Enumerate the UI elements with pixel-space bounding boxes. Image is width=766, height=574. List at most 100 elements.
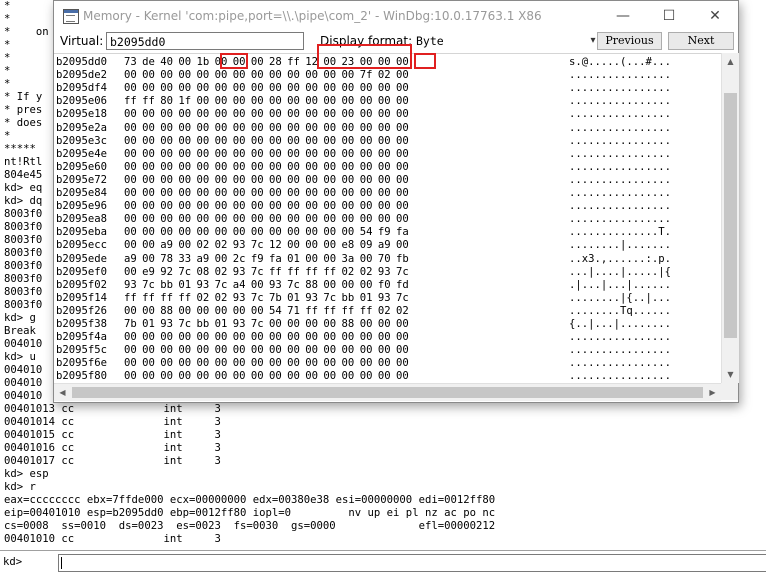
vertical-scrollbar[interactable]: ▲ ▼ bbox=[721, 53, 739, 383]
memory-byte: 00 bbox=[359, 200, 373, 213]
memory-byte: 93 bbox=[160, 318, 174, 330]
minimize-button[interactable]: — bbox=[600, 1, 646, 31]
maximize-button[interactable]: ☐ bbox=[646, 1, 692, 31]
memory-byte: 00 bbox=[178, 331, 192, 344]
memory-byte: 00 bbox=[269, 344, 282, 357]
memory-byte: 00 bbox=[214, 252, 228, 265]
memory-byte: 00 bbox=[196, 95, 210, 108]
close-button[interactable]: ✕ bbox=[692, 1, 738, 31]
memory-byte: 00 bbox=[269, 357, 282, 370]
memory-byte: 7c bbox=[395, 291, 409, 304]
memory-byte: 00 bbox=[196, 226, 210, 239]
command-input[interactable] bbox=[58, 554, 766, 572]
text-caret bbox=[61, 557, 62, 569]
memory-byte: ff bbox=[323, 304, 337, 317]
memory-ascii: ................ bbox=[569, 82, 672, 95]
console-line: 00401014 cc int 3 bbox=[4, 416, 221, 428]
memory-byte: 00 bbox=[142, 226, 155, 239]
memory-byte: 00 bbox=[250, 160, 264, 173]
horizontal-scroll-thumb[interactable] bbox=[72, 387, 703, 398]
previous-button[interactable]: Previous bbox=[597, 32, 662, 50]
memory-ascii: ...|....|.....|{ bbox=[569, 265, 672, 278]
memory-byte: 1f bbox=[178, 95, 192, 108]
scroll-right-icon[interactable]: ▶ bbox=[704, 384, 721, 401]
memory-byte: 00 bbox=[160, 370, 174, 383]
scroll-down-icon[interactable]: ▼ bbox=[722, 366, 739, 383]
memory-byte: 02 bbox=[377, 69, 391, 82]
memory-byte: 00 bbox=[178, 239, 192, 252]
memory-byte: 93 bbox=[232, 318, 246, 330]
memory-byte: 00 bbox=[178, 121, 192, 134]
memory-byte: 00 bbox=[305, 213, 319, 226]
scroll-up-icon[interactable]: ▲ bbox=[722, 53, 739, 70]
memory-ascii: ................ bbox=[569, 187, 672, 199]
memory-byte: 00 bbox=[178, 344, 192, 357]
memory-byte: 02 bbox=[196, 239, 210, 252]
memory-byte: 00 bbox=[196, 82, 210, 95]
memory-byte: 93 bbox=[232, 239, 246, 252]
memory-byte: 00 bbox=[232, 173, 246, 186]
memory-byte: 00 bbox=[305, 344, 319, 357]
memory-byte: 00 bbox=[232, 331, 246, 344]
memory-byte: 00 bbox=[395, 200, 409, 213]
memory-byte: 00 bbox=[232, 344, 246, 357]
memory-byte: 00 bbox=[323, 134, 337, 147]
memory-byte: 00 bbox=[124, 344, 137, 357]
console-line: kd> esp bbox=[4, 468, 49, 480]
memory-byte: ff bbox=[305, 265, 319, 278]
memory-byte: 00 bbox=[250, 95, 264, 108]
memory-address: b2095ef0 bbox=[56, 265, 108, 278]
memory-address: b2095e2a bbox=[56, 121, 108, 134]
memory-byte: 7b bbox=[124, 318, 137, 330]
memory-ascii: {..|...|........ bbox=[569, 318, 672, 330]
memory-byte: 00 bbox=[124, 134, 137, 147]
memory-byte: 00 bbox=[323, 187, 337, 199]
memory-byte: 01 bbox=[214, 318, 228, 330]
memory-byte: bb bbox=[341, 291, 355, 304]
memory-byte: 00 bbox=[250, 134, 264, 147]
memory-window-titlebar[interactable]: Memory - Kernel 'com:pipe,port=\\.\pipe\… bbox=[54, 1, 738, 31]
memory-byte: 02 bbox=[214, 239, 228, 252]
memory-byte: 00 bbox=[124, 147, 137, 160]
memory-byte: 00 bbox=[305, 82, 319, 95]
memory-address: b2095f4a bbox=[56, 331, 108, 344]
scroll-left-icon[interactable]: ◀ bbox=[54, 384, 71, 401]
memory-byte: 00 bbox=[287, 357, 300, 370]
console-line: eip=00401010 esp=b2095dd0 ebp=0012ff80 i… bbox=[4, 507, 496, 519]
vertical-scroll-thumb[interactable] bbox=[724, 93, 737, 338]
memory-byte: 00 bbox=[341, 187, 355, 199]
memory-byte: 00 bbox=[124, 331, 137, 344]
memory-byte: 00 bbox=[323, 173, 337, 186]
memory-byte: a9 bbox=[160, 239, 174, 252]
memory-byte: 00 bbox=[214, 187, 228, 199]
memory-byte: 00 bbox=[341, 160, 355, 173]
memory-byte: 70 bbox=[377, 252, 391, 265]
memory-byte: ff bbox=[287, 265, 300, 278]
memory-byte: 01 bbox=[287, 291, 300, 304]
console-line: 00401017 cc int 3 bbox=[4, 455, 221, 467]
memory-byte: 00 bbox=[178, 357, 192, 370]
memory-byte: 00 bbox=[395, 344, 409, 357]
scrollbar-corner bbox=[721, 383, 738, 400]
memory-byte: 00 bbox=[196, 108, 210, 121]
display-format-select[interactable]: Byte bbox=[413, 32, 587, 50]
memory-byte: 00 bbox=[287, 69, 300, 82]
memory-byte: 00 bbox=[359, 187, 373, 199]
memory-ascii: s.@.....(...#... bbox=[569, 56, 672, 68]
memory-byte: 00 bbox=[142, 173, 155, 186]
memory-dump-area[interactable]: b2095dd0 73 de 40 00 1b 00 00 00 28 ff 12 00 23 00 00 00… bbox=[54, 53, 721, 384]
virtual-address-input[interactable]: b2095dd0 bbox=[106, 32, 304, 50]
memory-ascii: ................ bbox=[569, 160, 672, 173]
horizontal-scrollbar[interactable]: ◀ ▶ bbox=[54, 383, 721, 401]
memory-byte: 01 bbox=[142, 318, 155, 330]
memory-byte: 00 bbox=[377, 147, 391, 160]
memory-byte: 00 bbox=[305, 134, 319, 147]
memory-byte: 00 bbox=[287, 95, 300, 108]
memory-byte: 00 bbox=[377, 344, 391, 357]
memory-byte: 02 bbox=[377, 304, 391, 317]
memory-byte: 00 bbox=[160, 173, 174, 186]
next-button[interactable]: Next bbox=[668, 32, 734, 50]
memory-byte: 00 bbox=[341, 357, 355, 370]
memory-byte: 40 bbox=[160, 56, 174, 68]
memory-ascii: ................ bbox=[569, 331, 672, 344]
